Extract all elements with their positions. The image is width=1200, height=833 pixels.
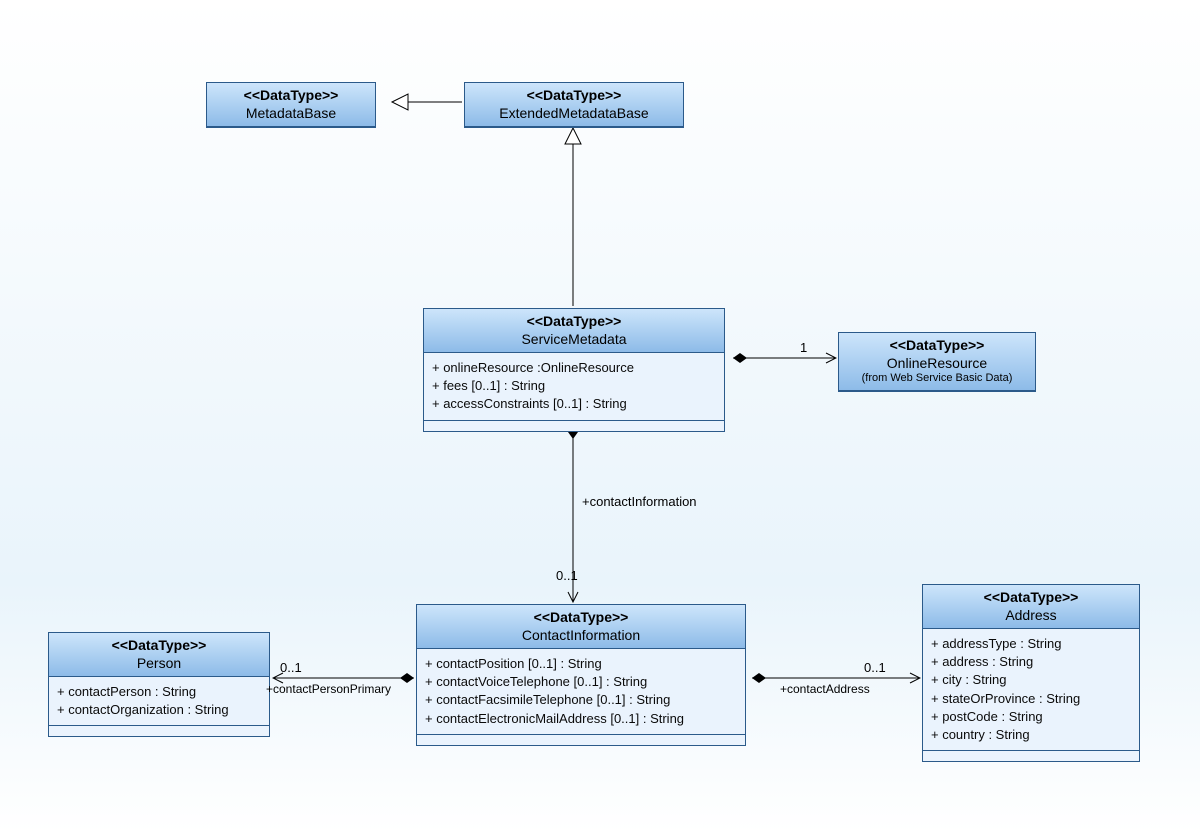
role-person: +contactPersonPrimary bbox=[266, 682, 391, 696]
stereotype-label: <<DataType>> bbox=[430, 313, 718, 331]
stereotype-label: <<DataType>> bbox=[423, 609, 739, 627]
role-contactinfo: +contactInformation bbox=[582, 494, 697, 509]
attr: + fees [0..1] : String bbox=[432, 377, 716, 395]
role-address: +contactAddress bbox=[780, 682, 870, 696]
attr: + contactPerson : String bbox=[57, 683, 261, 701]
mult-contactinfo: 0..1 bbox=[556, 568, 578, 583]
attr: + contactElectronicMailAddress [0..1] : … bbox=[425, 710, 737, 728]
stereotype-label: <<DataType>> bbox=[471, 87, 677, 105]
class-name: MetadataBase bbox=[213, 105, 369, 123]
attr: + stateOrProvince : String bbox=[931, 690, 1131, 708]
class-onlineresource: <<DataType>> OnlineResource (from Web Se… bbox=[838, 332, 1036, 392]
stereotype-label: <<DataType>> bbox=[55, 637, 263, 655]
class-operations bbox=[417, 735, 745, 745]
class-operations bbox=[923, 751, 1139, 761]
class-operations bbox=[424, 421, 724, 431]
class-header: <<DataType>> MetadataBase bbox=[207, 83, 375, 127]
attr: + contactPosition [0..1] : String bbox=[425, 655, 737, 673]
attr: + addressType : String bbox=[931, 635, 1131, 653]
stereotype-label: <<DataType>> bbox=[213, 87, 369, 105]
class-header: <<DataType>> ContactInformation bbox=[417, 605, 745, 649]
stereotype-label: <<DataType>> bbox=[929, 589, 1133, 607]
class-person: <<DataType>> Person + contactPerson : St… bbox=[48, 632, 270, 737]
class-attributes: + contactPerson : String + contactOrgani… bbox=[49, 677, 269, 726]
class-header: <<DataType>> OnlineResource (from Web Se… bbox=[839, 333, 1035, 391]
class-contactinformation: <<DataType>> ContactInformation + contac… bbox=[416, 604, 746, 746]
class-metadatabase: <<DataType>> MetadataBase bbox=[206, 82, 376, 128]
class-attributes: + addressType : String + address : Strin… bbox=[923, 629, 1139, 751]
class-name: ServiceMetadata bbox=[430, 331, 718, 349]
attr: + contactOrganization : String bbox=[57, 701, 261, 719]
mult-online: 1 bbox=[800, 340, 807, 355]
attr: + city : String bbox=[931, 671, 1131, 689]
class-name: ContactInformation bbox=[423, 627, 739, 645]
mult-address: 0..1 bbox=[864, 660, 886, 675]
class-name: ExtendedMetadataBase bbox=[471, 105, 677, 123]
class-servicemetadata: <<DataType>> ServiceMetadata + onlineRes… bbox=[423, 308, 725, 432]
class-header: <<DataType>> ExtendedMetadataBase bbox=[465, 83, 683, 127]
attr: + contactFacsimileTelephone [0..1] : Str… bbox=[425, 691, 737, 709]
class-note: (from Web Service Basic Data) bbox=[845, 372, 1029, 386]
class-address: <<DataType>> Address + addressType : Str… bbox=[922, 584, 1140, 762]
attr: + contactVoiceTelephone [0..1] : String bbox=[425, 673, 737, 691]
attr: + onlineResource :OnlineResource bbox=[432, 359, 716, 377]
attr: + country : String bbox=[931, 726, 1131, 744]
attr: + address : String bbox=[931, 653, 1131, 671]
stereotype-label: <<DataType>> bbox=[845, 337, 1029, 355]
class-header: <<DataType>> Person bbox=[49, 633, 269, 677]
class-name: Address bbox=[929, 607, 1133, 625]
class-header: <<DataType>> Address bbox=[923, 585, 1139, 629]
class-operations bbox=[49, 726, 269, 736]
class-name: OnlineResource bbox=[845, 355, 1029, 373]
class-attributes: + onlineResource :OnlineResource + fees … bbox=[424, 353, 724, 421]
class-extendedmetadatabase: <<DataType>> ExtendedMetadataBase bbox=[464, 82, 684, 128]
attr: + postCode : String bbox=[931, 708, 1131, 726]
class-name: Person bbox=[55, 655, 263, 673]
attr: + accessConstraints [0..1] : String bbox=[432, 395, 716, 413]
class-header: <<DataType>> ServiceMetadata bbox=[424, 309, 724, 353]
class-attributes: + contactPosition [0..1] : String + cont… bbox=[417, 649, 745, 735]
mult-person: 0..1 bbox=[280, 660, 302, 675]
